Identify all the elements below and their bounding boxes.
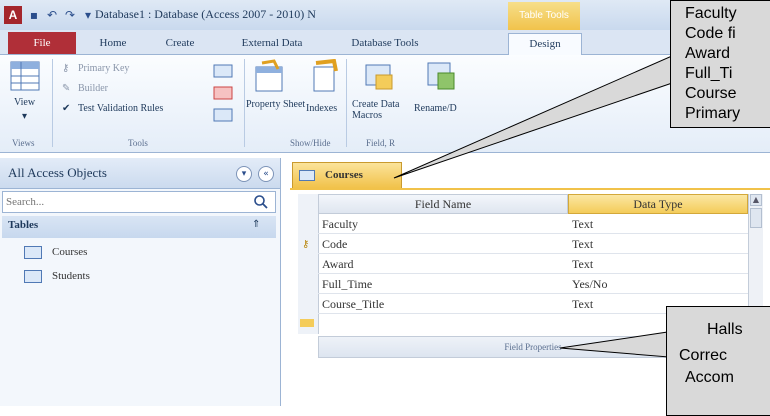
scroll-up-icon[interactable]: ▲ (750, 194, 762, 206)
ribbon-tabs: File Home Create External Data Database … (0, 30, 770, 55)
customize-icon[interactable]: ▾ (80, 7, 96, 23)
title-bar: A ▪ ↶ ↷ ▾ Database1 : Database (Access 2… (0, 0, 770, 30)
group-views-label: Views (12, 138, 35, 148)
validation-icon: ✔ (62, 103, 71, 114)
rename-macro-button[interactable]: Rename/D (414, 103, 457, 114)
table-icon (24, 270, 42, 283)
view-dropdown-icon[interactable]: ▾ (22, 111, 27, 122)
callout-line: Faculty (685, 5, 737, 22)
group-show-hide-label: Show/Hide (290, 138, 331, 148)
indexes-button[interactable]: Indexes (306, 103, 337, 114)
callout-line: Halls (707, 321, 743, 338)
tables-group-header[interactable]: Tables ⇑ (2, 216, 276, 238)
separator (244, 59, 245, 147)
data-type-cell[interactable]: Yes/No (572, 277, 607, 292)
create-data-macros-button[interactable]: Create Data Macros (352, 99, 412, 121)
nav-search-box (2, 191, 276, 213)
view-icon[interactable] (10, 61, 40, 91)
ribbon: View ▾ Views ⚷ Primary Key ✎ Builder ✔ T… (0, 55, 770, 153)
search-icon[interactable] (253, 194, 269, 210)
doc-tab-label: Courses (325, 169, 363, 181)
field-name-cell[interactable]: Course_Title (322, 297, 384, 312)
callout-line: Correc (679, 347, 728, 364)
property-sheet-icon[interactable] (252, 59, 288, 93)
data-type-header[interactable]: Data Type (568, 194, 748, 214)
property-sheet-button[interactable]: Property Sheet (246, 99, 306, 110)
field-name-header[interactable]: Field Name (318, 194, 568, 214)
nav-item-label: Students (52, 270, 90, 282)
new-row-indicator (300, 319, 314, 327)
table-row[interactable]: Award Text (298, 256, 748, 274)
separator (346, 59, 347, 147)
data-type-cell[interactable]: Text (572, 217, 593, 232)
row-divider (318, 253, 748, 254)
callout-line: Full_Ti (685, 65, 733, 82)
rename-macro-icon[interactable] (424, 59, 458, 93)
redo-icon[interactable]: ↷ (62, 7, 78, 23)
context-tools-label: Table Tools (508, 2, 580, 30)
table-row[interactable]: ⚷ Code Text (298, 236, 748, 254)
field-name-cell[interactable]: Award (322, 257, 354, 272)
tab-home[interactable]: Home (88, 33, 138, 53)
scroll-thumb[interactable] (750, 208, 762, 228)
separator (52, 59, 53, 147)
access-app-icon[interactable]: A (4, 6, 22, 24)
nav-header[interactable]: All Access Objects ▾ « (0, 158, 280, 189)
field-name-cell[interactable]: Full_Time (322, 277, 372, 292)
nav-item-label: Courses (52, 246, 88, 258)
callout-line: Award (685, 45, 731, 62)
insert-delete-rows-icons[interactable] (212, 63, 234, 127)
doc-tab-courses[interactable]: Courses (292, 162, 402, 188)
row-divider (318, 273, 748, 274)
field-name-cell[interactable]: Code (322, 237, 347, 252)
search-input[interactable] (6, 194, 246, 210)
nav-item-courses[interactable]: Courses (8, 242, 268, 264)
callout-line: Course (685, 85, 737, 102)
builder-button[interactable]: Builder (78, 83, 108, 94)
callout-line: Accom (685, 369, 734, 386)
indexes-icon[interactable] (308, 59, 340, 93)
nav-item-students[interactable]: Students (8, 266, 268, 288)
builder-icon: ✎ (62, 83, 71, 94)
table-icon (24, 246, 42, 259)
navigation-pane: All Access Objects ▾ « Tables ⇑ Courses … (0, 158, 281, 406)
tab-database-tools[interactable]: Database Tools (330, 33, 440, 53)
group-field-events-label: Field, R (366, 138, 396, 148)
tab-design[interactable]: Design (508, 33, 582, 55)
primary-key-button[interactable]: Primary Key (78, 63, 129, 74)
header-row: Field Name Data Type (298, 194, 758, 214)
shutter-bar-close-icon[interactable]: « (258, 166, 274, 182)
callout-field-list: Faculty Code fi Award Full_Ti Course Pri… (670, 0, 770, 128)
tab-file[interactable]: File (8, 32, 76, 54)
tab-create[interactable]: Create (150, 33, 210, 53)
save-icon[interactable]: ▪ (26, 7, 42, 23)
nav-title[interactable]: All Access Objects (8, 165, 107, 181)
undo-icon[interactable]: ↶ (44, 7, 60, 23)
test-validation-rules-button[interactable]: Test Validation Rules (78, 103, 163, 114)
row-divider (318, 293, 748, 294)
row-divider (318, 233, 748, 234)
primary-key-icon: ⚷ (62, 63, 70, 74)
callout-halls-note: Halls Correc Accom (666, 306, 770, 416)
table-row[interactable]: Faculty Text (298, 216, 748, 234)
data-type-cell[interactable]: Text (572, 237, 593, 252)
tab-external-data[interactable]: External Data (222, 33, 322, 53)
callout-line: Primary (685, 105, 741, 122)
window-title: Database1 : Database (Access 2007 - 2010… (95, 7, 316, 21)
view-button[interactable]: View (14, 97, 35, 108)
tables-group-title: Tables (8, 219, 39, 231)
doc-tab-underline (290, 188, 770, 190)
callout-line: Code fi (685, 25, 736, 42)
field-name-cell[interactable]: Faculty (322, 217, 358, 232)
create-data-macros-icon[interactable] (362, 59, 396, 93)
group-tools-label: Tools (128, 138, 148, 148)
nav-menu-dropdown-icon[interactable]: ▾ (236, 166, 252, 182)
table-icon (299, 170, 315, 181)
data-type-cell[interactable]: Text (572, 257, 593, 272)
data-type-cell[interactable]: Text (572, 297, 593, 312)
collapse-icon[interactable]: ⇑ (252, 219, 260, 230)
primary-key-icon: ⚷ (302, 239, 310, 250)
table-row[interactable]: Full_Time Yes/No (298, 276, 748, 294)
